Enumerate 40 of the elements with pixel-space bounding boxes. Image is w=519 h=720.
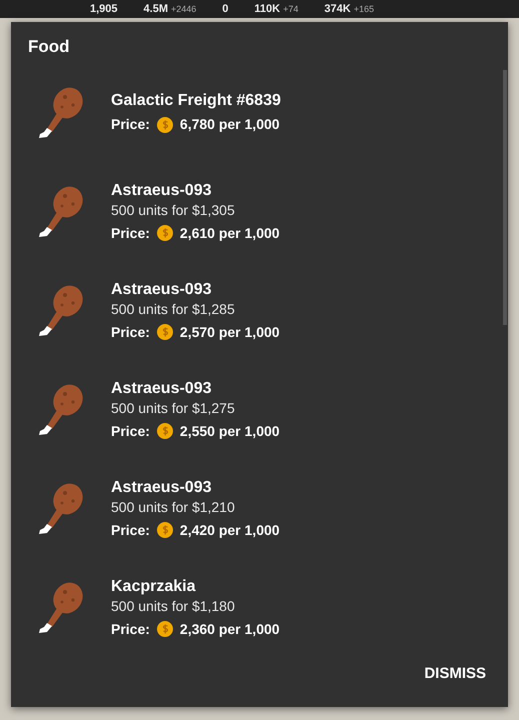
offer-name: Galactic Freight #6839	[111, 91, 281, 111]
price-value: 2,420 per 1,000	[180, 520, 280, 540]
coin-icon	[156, 423, 173, 439]
stat-delta: +2446	[171, 2, 196, 16]
offer-name: Astraeus-093	[111, 280, 212, 300]
dismiss-button[interactable]: DISMISS	[420, 658, 490, 689]
price-value: 2,610 per 1,000	[180, 224, 280, 243]
coin-icon	[156, 225, 173, 241]
scrollbar-thumb[interactable]	[503, 70, 507, 324]
offer-name: Astraeus-093	[111, 180, 212, 200]
dialog-title: Food	[27, 36, 71, 58]
offer-name: Kacprzakia	[111, 576, 197, 596]
offer-name: Astraeus-093	[111, 478, 212, 498]
price-value: 6,780 per 1,000	[180, 115, 280, 134]
stat-delta: +74	[283, 2, 298, 16]
offer-detail: 500 units for $1,305	[111, 200, 236, 220]
offer-detail: 500 units for $1,180	[111, 596, 236, 616]
offer-name: Astraeus-093	[111, 378, 212, 398]
price-label: Price:	[111, 224, 150, 242]
price-value: 2,570 per 1,000	[180, 322, 280, 342]
price-value: 2,550 per 1,000	[180, 422, 280, 441]
price-label: Price:	[111, 322, 150, 342]
stat-value: 110K	[254, 2, 280, 17]
price-label: Price:	[111, 115, 150, 134]
offer-detail: 500 units for $1,275	[111, 398, 236, 418]
stat-value: 0	[222, 2, 228, 17]
price-label: Price:	[111, 620, 150, 638]
stat-value: 4.5M	[144, 2, 168, 17]
coin-icon	[156, 522, 173, 538]
coin-icon	[156, 116, 173, 132]
price-label: Price:	[111, 422, 150, 440]
offer-detail: 500 units for $1,285	[111, 300, 236, 318]
offer-detail: 500 units for $1,210	[111, 498, 236, 516]
stat-delta: +165	[354, 2, 374, 16]
coin-icon	[156, 621, 173, 637]
price-label: Price:	[111, 520, 150, 540]
price-value: 2,360 per 1,000	[180, 620, 280, 639]
coin-icon	[156, 324, 173, 340]
stat-value: 374K	[324, 2, 351, 17]
stat-value: 1,905	[90, 2, 118, 17]
